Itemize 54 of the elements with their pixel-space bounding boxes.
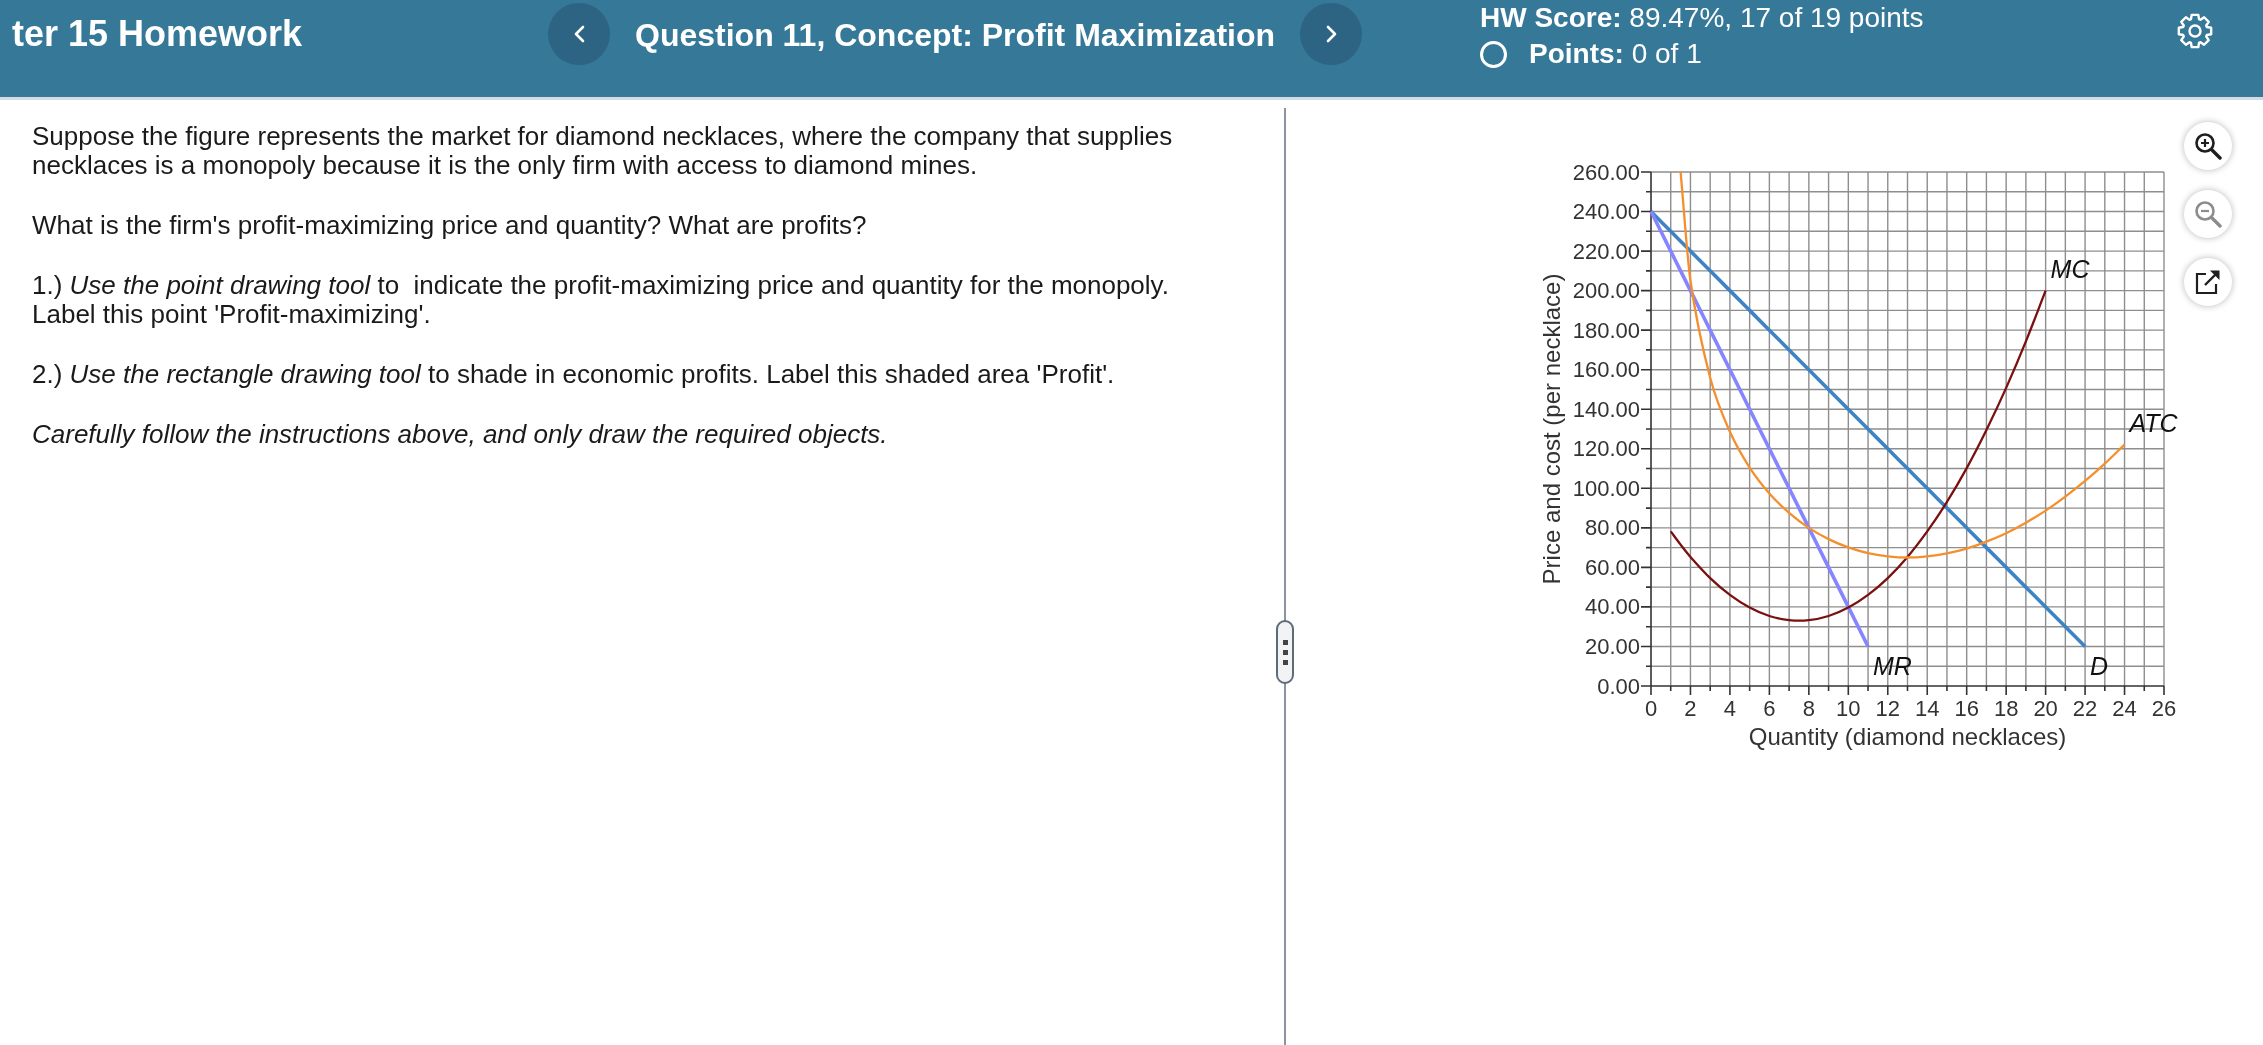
zoom-out-icon [2194, 200, 2222, 228]
question-title: Question 11, Concept: Profit Maximization [635, 16, 1275, 54]
question-text: Suppose the figure represents the market for diamond necklaces, where the company that supplies necklaces is a monopoly because it is the only firm with access to diamond mines. [32, 122, 1174, 180]
question-text: 2.) Use the rectangle drawing tool to shade in economic profits. Label this shaded area 'Profit'. [32, 360, 1116, 389]
y-tick-label: 160.00 [1572, 357, 1640, 383]
external-link-icon [2194, 268, 2222, 296]
x-tick-label: 8 [1802, 695, 1815, 721]
x-tick-label: 18 [1993, 695, 2019, 721]
assignment-title: ter 15 Homework [12, 14, 304, 54]
x-tick-label: 22 [2072, 695, 2098, 721]
curve-label: MC [2050, 254, 2090, 283]
y-tick-label: 60.00 [1584, 554, 1640, 580]
y-tick-label: 180.00 [1572, 317, 1640, 343]
settings-icon[interactable] [2177, 13, 2213, 49]
x-tick-label: 0 [1644, 695, 1658, 721]
y-tick-label: 240.00 [1572, 199, 1640, 225]
y-tick-label: 20.00 [1584, 633, 1640, 659]
status-circle-icon [1480, 40, 1507, 68]
zoom-in-icon [2194, 132, 2222, 160]
points-text: Points: 0 of 1 [1529, 37, 1702, 71]
y-tick-label: 260.00 [1572, 159, 1640, 185]
question-text: 1.) Use the point drawing tool to indicate the profit-maximizing price and quantity for the monopoly. Label this point 'Profit-maximizing'. [32, 271, 1170, 329]
y-tick-label: 80.00 [1584, 515, 1640, 541]
zoom-in-button[interactable] [2184, 122, 2232, 170]
y-axis-title: Price and cost (per necklace) [1537, 273, 1565, 585]
y-tick-label: 200.00 [1572, 278, 1640, 304]
y-tick-label: 220.00 [1572, 238, 1640, 264]
pop-out-button[interactable] [2184, 258, 2232, 306]
x-tick-label: 2 [1684, 695, 1697, 721]
question-text: Carefully follow the instructions above, and only draw the required objects. [32, 420, 889, 449]
y-tick-label: 0.00 [1597, 673, 1640, 699]
y-tick-label: 40.00 [1584, 594, 1640, 620]
x-tick-label: 14 [1915, 695, 1940, 721]
x-tick-label: 26 [2151, 695, 2177, 721]
resize-handle[interactable] [1276, 620, 1294, 684]
curve-label: ATC [2129, 408, 2178, 437]
grip-icon [1282, 639, 1288, 665]
curve-label: MR [1873, 652, 1912, 681]
y-tick-label: 120.00 [1572, 436, 1640, 462]
curve-label: D [2090, 652, 2109, 681]
x-tick-label: 20 [2033, 695, 2058, 721]
hw-score-text: HW Score: 89.47%, 17 of 19 points [1480, 1, 1924, 35]
chevron-left-icon [573, 25, 585, 43]
x-tick-label: 10 [1836, 695, 1861, 721]
x-tick-label: 16 [1954, 695, 1979, 721]
x-axis-title: Quantity (diamond necklaces) [1748, 722, 2067, 750]
x-tick-label: 6 [1763, 695, 1776, 721]
x-tick-label: 24 [2112, 695, 2137, 721]
y-tick-label: 100.00 [1572, 475, 1640, 501]
x-tick-label: 12 [1875, 695, 1900, 721]
y-tick-label: 140.00 [1572, 396, 1640, 422]
x-tick-label: 4 [1723, 695, 1737, 721]
chevron-right-icon [1325, 25, 1337, 43]
question-text: What is the firm's profit-maximizing price and quantity? What are profits? [32, 211, 868, 240]
